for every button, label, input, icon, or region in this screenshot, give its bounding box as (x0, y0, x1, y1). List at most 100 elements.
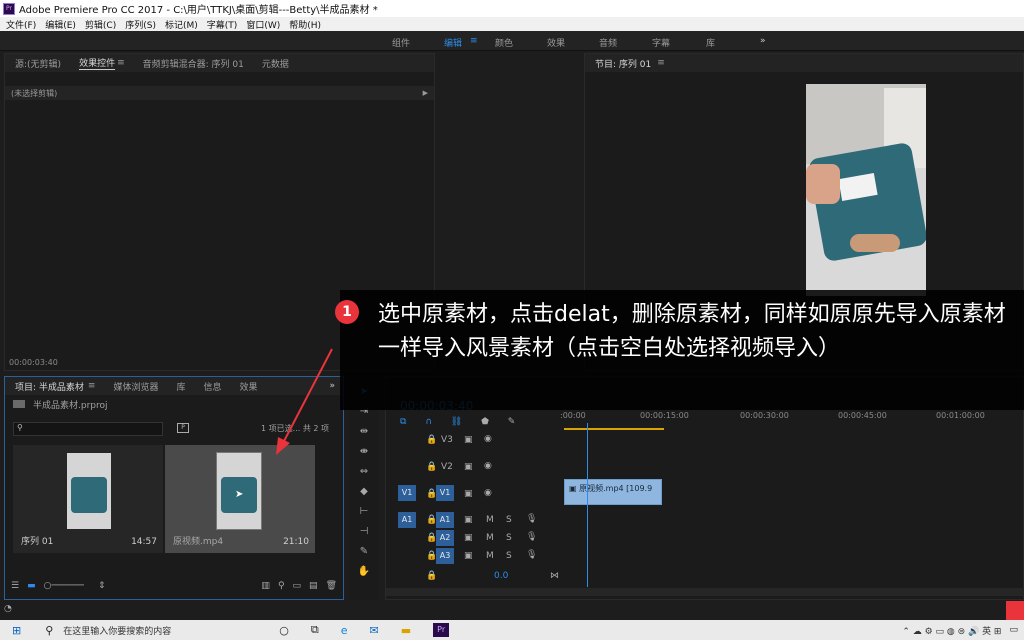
tab-project[interactable]: 项目: 半成品素材 (15, 380, 84, 393)
taskbar-search-icon[interactable]: ⚲ (45, 624, 53, 637)
eye-icon[interactable]: ◉ (484, 461, 492, 471)
toggle-sync-icon[interactable]: ▣ (464, 489, 473, 499)
lock-icon[interactable]: 🔒 (426, 435, 437, 445)
solo-button[interactable]: S (506, 515, 512, 525)
track-target-a3[interactable]: A3 (436, 548, 454, 564)
eye-icon[interactable]: ◉ (484, 488, 492, 498)
microphone-icon[interactable]: 🎙 (526, 514, 537, 524)
menu-title[interactable]: 字幕(T) (207, 18, 238, 31)
menu-clip[interactable]: 剪辑(C) (85, 18, 116, 31)
project-menu-icon[interactable]: ≡ (88, 381, 96, 391)
workspace-libraries[interactable]: 库 (706, 36, 715, 49)
trash-icon[interactable]: 🗑 (326, 581, 337, 591)
rate-stretch-tool-icon[interactable]: ⇔ (354, 466, 374, 480)
workspace-color[interactable]: 颜色 (495, 36, 513, 49)
tab-source[interactable]: 源:(无剪辑) (15, 57, 61, 70)
track-target-a1[interactable]: A1 (436, 512, 454, 528)
tab-effect-controls[interactable]: 效果控件 (79, 56, 116, 70)
hand-tool-icon[interactable]: ✋ (354, 566, 374, 580)
lock-icon[interactable]: 🔒 (426, 462, 437, 472)
lock-icon[interactable]: 🔒 (426, 571, 437, 581)
toggle-sync-icon[interactable]: ▣ (464, 551, 473, 561)
tab-libraries[interactable]: 库 (176, 380, 185, 393)
mute-button[interactable]: M (486, 533, 494, 543)
taskbar-search-input[interactable]: 在这里输入你要搜索的内容 (63, 624, 171, 637)
project-item-video[interactable]: ➤ 原视频.mp4 21:10 (165, 445, 315, 553)
workspace-more-icon[interactable]: » (760, 36, 766, 46)
new-bin-from-search-icon[interactable]: P (177, 423, 189, 433)
slip-tool-icon[interactable]: ⊢ (354, 506, 374, 520)
menu-edit[interactable]: 编辑(E) (45, 18, 76, 31)
track-target-v1[interactable]: V1 (436, 485, 454, 501)
microphone-icon[interactable]: 🎙 (526, 550, 537, 560)
menu-sequence[interactable]: 序列(S) (125, 18, 156, 31)
toggle-sync-icon[interactable]: ▣ (464, 462, 473, 472)
menu-help[interactable]: 帮助(H) (289, 18, 321, 31)
pen-tool-icon[interactable]: ✎ (354, 546, 374, 560)
workspace-effects[interactable]: 效果 (547, 36, 565, 49)
ripple-edit-tool-icon[interactable]: ⇹ (354, 426, 374, 440)
microphone-icon[interactable]: 🎙 (526, 532, 537, 542)
program-video-frame[interactable] (806, 84, 926, 296)
work-area-bar[interactable] (564, 428, 664, 430)
mail-icon[interactable]: ✉ (370, 624, 379, 637)
workspace-editing[interactable]: 编辑 (444, 36, 462, 49)
linked-selection-icon[interactable]: ⛓ (451, 417, 462, 427)
panel-menu-icon[interactable]: ≡ (117, 58, 125, 68)
notification-icon[interactable]: ▭ (1009, 625, 1018, 635)
cortana-icon[interactable]: ○ (279, 624, 289, 637)
settings-wrench-icon[interactable]: ✎ (508, 417, 516, 427)
new-item-icon[interactable]: ▤ (309, 581, 318, 591)
windows-start-icon[interactable]: ⊞ (12, 624, 21, 637)
menu-file[interactable]: 文件(F) (6, 18, 36, 31)
time-ruler[interactable]: :00:00 00:00:15:00 00:00:30:00 00:00:45:… (560, 411, 1024, 425)
timeline-scrollbar[interactable] (386, 588, 1024, 596)
project-search-input[interactable]: ⚲ (13, 422, 163, 436)
menu-marker[interactable]: 标记(M) (165, 18, 198, 31)
recorder-badge-icon[interactable] (1006, 601, 1024, 620)
task-view-icon[interactable]: ⧉ (311, 623, 319, 637)
workspace-titles[interactable]: 字幕 (652, 36, 670, 49)
source-patch-v1[interactable]: V1 (398, 485, 416, 501)
icon-view-icon[interactable]: ▬ (27, 581, 36, 591)
workspace-menu-icon[interactable]: ≡ (470, 36, 478, 46)
file-explorer-icon[interactable]: ▬ (401, 624, 411, 637)
go-to-end-icon[interactable]: ⋈ (550, 571, 559, 581)
tab-info[interactable]: 信息 (203, 380, 221, 393)
toggle-sync-icon[interactable]: ▣ (464, 533, 473, 543)
tab-effects[interactable]: 效果 (240, 380, 258, 393)
menu-window[interactable]: 窗口(W) (246, 18, 280, 31)
project-item-sequence[interactable]: 序列 01 14:57 (13, 445, 163, 553)
solo-button[interactable]: S (506, 551, 512, 561)
premiere-taskbar-icon[interactable]: Pr (433, 623, 450, 637)
eye-icon[interactable]: ◉ (484, 434, 492, 444)
master-volume[interactable]: 0.0 (494, 571, 508, 581)
list-view-icon[interactable]: ☰ (11, 581, 19, 591)
zoom-slider[interactable]: ○────── (44, 581, 84, 591)
add-marker-icon[interactable]: ⬟ (481, 417, 489, 427)
rolling-edit-tool-icon[interactable]: ⇼ (354, 446, 374, 460)
edge-browser-icon[interactable]: e (341, 624, 348, 637)
tab-media-browser[interactable]: 媒体浏览器 (113, 380, 158, 393)
tab-audio-clip-mixer[interactable]: 音频剪辑混合器: 序列 01 (143, 57, 244, 70)
program-menu-icon[interactable]: ≡ (657, 58, 665, 68)
mute-button[interactable]: M (486, 515, 494, 525)
automate-icon[interactable]: ▥ (261, 581, 270, 591)
solo-button[interactable]: S (506, 533, 512, 543)
workspace-audio[interactable]: 音频 (599, 36, 617, 49)
source-patch-a1[interactable]: A1 (398, 512, 416, 528)
video-clip[interactable]: ▣ 原视频.mp4 [109.9 (564, 479, 662, 505)
sort-icon[interactable]: ⇕ (98, 581, 106, 591)
playhead[interactable] (587, 423, 588, 587)
slide-tool-icon[interactable]: ⊣ (354, 526, 374, 540)
track-target-a2[interactable]: A2 (436, 530, 454, 546)
nest-icon[interactable]: ⧉ (400, 417, 406, 427)
mute-button[interactable]: M (486, 551, 494, 561)
toggle-sync-icon[interactable]: ▣ (464, 515, 473, 525)
tab-metadata[interactable]: 元数据 (262, 57, 289, 70)
new-bin-icon[interactable]: ▭ (293, 581, 302, 591)
toggle-sync-icon[interactable]: ▣ (464, 435, 473, 445)
razor-tool-icon[interactable]: ◆ (354, 486, 374, 500)
find-icon[interactable]: ⚲ (278, 581, 285, 591)
play-triangle-icon[interactable]: ▶ (423, 89, 428, 97)
